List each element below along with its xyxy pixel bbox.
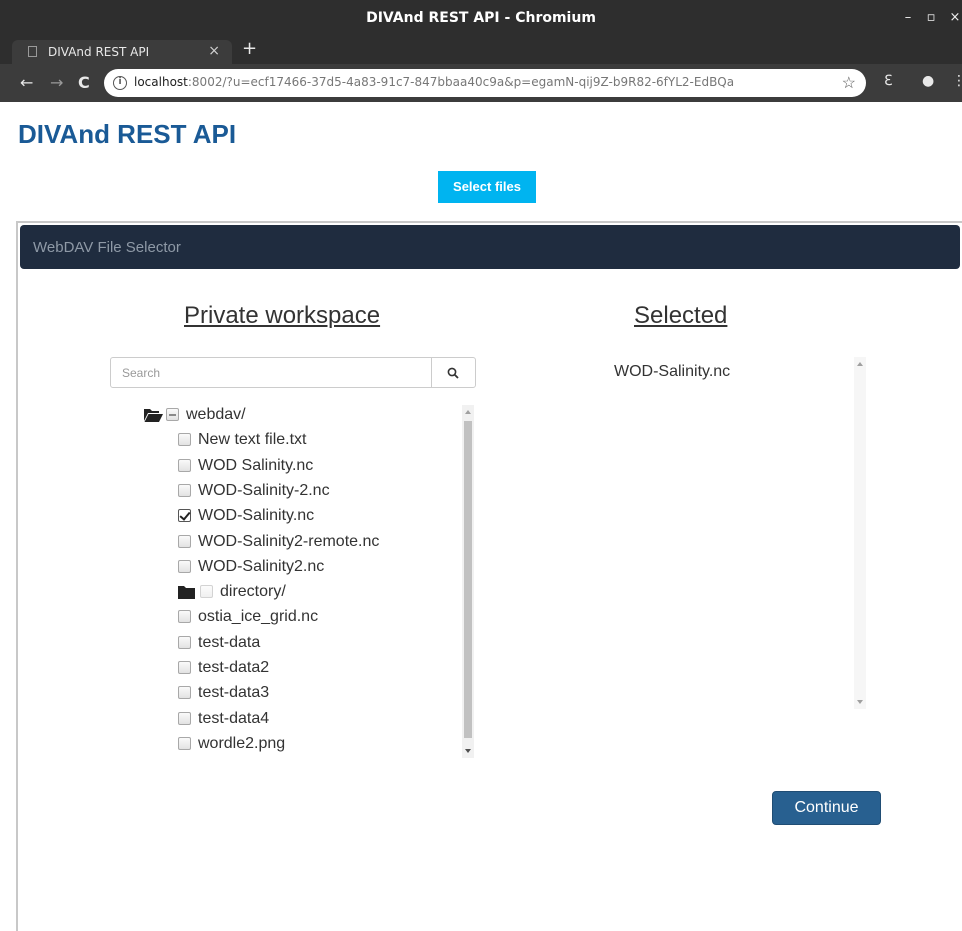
page-icon <box>28 46 37 57</box>
tab-close-icon[interactable]: × <box>208 43 220 59</box>
file-tree: webdav/New text file.txt WOD Salinity.nc W… <box>140 405 476 758</box>
profile-icon[interactable]: ● <box>922 73 934 89</box>
folder-open-icon[interactable] <box>144 408 163 422</box>
private-workspace-title: Private workspace <box>184 302 381 329</box>
window-title: DIVAnd REST API - Chromium <box>366 10 596 26</box>
extension-icon[interactable]: ℇ <box>884 73 893 89</box>
window-titlebar: DIVAnd REST API - Chromium – ▫ × <box>0 0 962 36</box>
file-checkbox[interactable] <box>178 433 191 447</box>
folder-icon[interactable] <box>178 585 197 600</box>
modal-header: WebDAV File Selector <box>20 225 960 269</box>
tree-item-label: New text file.txt <box>198 431 307 449</box>
search-input[interactable] <box>111 358 432 387</box>
file-checkbox[interactable] <box>178 458 191 472</box>
url-rest: :8002/?u=ecf17466-37d5-4a83-91c7-847bbaa… <box>187 75 735 89</box>
selected-scrollbar[interactable] <box>854 357 866 709</box>
back-arrow-icon[interactable]: ← <box>20 73 33 92</box>
selected-title: Selected <box>634 302 728 329</box>
new-tab-button[interactable]: + <box>242 38 257 59</box>
file-checkbox[interactable] <box>178 559 191 573</box>
file-checkbox[interactable] <box>178 736 191 750</box>
page-content: DIVAnd REST API Select files WebDAV File… <box>0 102 962 931</box>
tree-item-label: test-data2 <box>198 659 270 676</box>
tree-item-label: wordle2.png <box>198 734 286 752</box>
select-files-button[interactable]: Select files <box>438 171 536 203</box>
tree-item-label: test-data <box>198 633 261 651</box>
search-icon <box>447 367 459 379</box>
forward-arrow-icon[interactable]: → <box>50 73 63 92</box>
tree-item-label: WOD-Salinity-2.nc <box>198 481 330 499</box>
file-checkbox[interactable] <box>178 534 191 548</box>
tree-item-label: ostia_ice_grid.nc <box>198 608 319 626</box>
menu-icon[interactable]: ⋮ <box>952 73 962 89</box>
url-text: localhost:8002/?u=ecf17466-37d5-4a83-91c… <box>134 75 734 89</box>
file-checkbox[interactable] <box>178 483 191 497</box>
scroll-down-arrow-icon[interactable] <box>465 749 471 753</box>
file-checkbox[interactable] <box>178 711 191 725</box>
maximize-button[interactable]: ▫ <box>923 0 939 36</box>
tree-item-label: webdav/ <box>186 406 246 423</box>
close-window-button[interactable]: × <box>947 0 962 36</box>
selected-item[interactable]: WOD-Salinity.nc <box>614 363 730 381</box>
tree-item-label: WOD-Salinity.nc <box>198 507 315 525</box>
minimize-button[interactable]: – <box>900 0 916 36</box>
bookmark-star-icon[interactable]: ☆ <box>842 73 856 93</box>
search-button[interactable] <box>431 358 475 387</box>
file-checkbox[interactable] <box>178 686 191 700</box>
file-checkbox[interactable] <box>166 408 179 421</box>
tree-item-label: WOD-Salinity2.nc <box>198 557 325 575</box>
tree-item-label: test-data3 <box>198 684 270 702</box>
info-icon[interactable]: i <box>113 76 127 90</box>
file-checkbox[interactable] <box>178 635 191 649</box>
browser-toolbar: ← → C i localhost:8002/?u=ecf17466-37d5-… <box>0 64 962 102</box>
file-checkbox[interactable] <box>178 509 191 523</box>
scrollbar-thumb[interactable] <box>464 421 472 738</box>
page-title: DIVAnd REST API <box>18 119 237 149</box>
file-checkbox[interactable] <box>178 610 191 624</box>
search-box <box>110 357 476 388</box>
reload-icon[interactable]: C <box>78 73 90 92</box>
scroll-up-arrow-icon[interactable] <box>465 410 471 414</box>
tree-item-label: directory/ <box>220 583 286 601</box>
file-checkbox[interactable] <box>200 585 213 599</box>
tree-item-label: test-data4 <box>198 709 270 727</box>
tab-label: DIVAnd REST API <box>48 45 150 59</box>
modal-title: WebDAV File Selector <box>33 239 181 256</box>
tab-divand[interactable]: DIVAnd REST API × <box>12 40 232 64</box>
tree-item-label: WOD-Salinity2-remote.nc <box>198 532 380 550</box>
url-host: localhost <box>134 75 188 89</box>
address-bar[interactable]: i localhost:8002/?u=ecf17466-37d5-4a83-9… <box>104 69 866 97</box>
tree-item-label: WOD Salinity.nc <box>198 456 314 474</box>
scroll-down-arrow-icon[interactable] <box>857 700 863 704</box>
file-checkbox[interactable] <box>178 661 191 674</box>
tab-bar: DIVAnd REST API × <box>0 36 962 64</box>
continue-button[interactable]: Continue <box>772 791 881 825</box>
scroll-up-arrow-icon[interactable] <box>857 362 863 366</box>
tree-scrollbar[interactable] <box>462 405 474 758</box>
